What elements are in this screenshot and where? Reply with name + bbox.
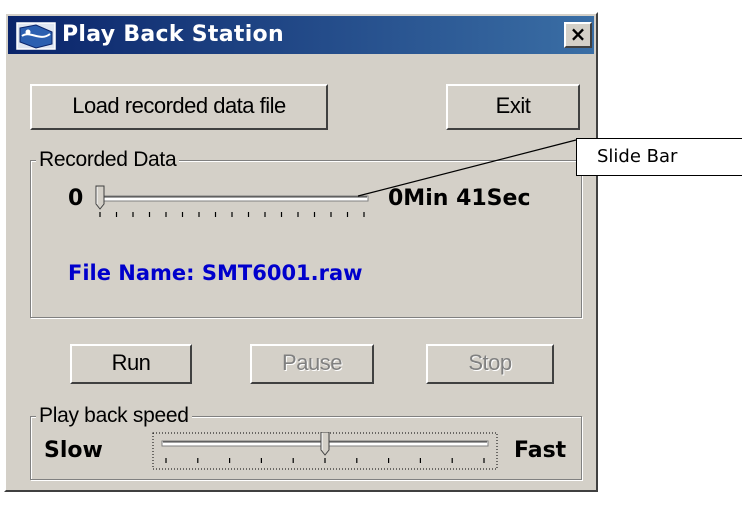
playback-speed-slider[interactable]: [152, 432, 498, 472]
recorded-data-slider[interactable]: [88, 184, 378, 234]
close-icon: ×: [569, 22, 587, 46]
app-icon: [16, 22, 56, 50]
file-name-label: File Name: SMT6001.raw: [68, 261, 363, 285]
play-back-speed-legend: Play back speed: [36, 404, 192, 428]
load-recorded-data-label: Load recorded data file: [72, 93, 286, 118]
slider-start-label: 0: [68, 186, 84, 211]
window-title: Play Back Station: [62, 22, 284, 47]
load-recorded-data-button[interactable]: Load recorded data file: [30, 84, 328, 130]
recorded-data-legend: Recorded Data: [36, 148, 180, 172]
exit-button[interactable]: Exit: [446, 84, 580, 130]
speed-slider-ticks: [165, 458, 485, 463]
slow-label: Slow: [44, 438, 103, 463]
speed-slider-thumb[interactable]: [320, 432, 330, 456]
play-back-station-window: Play Back Station × Load recorded data f…: [4, 12, 598, 492]
slider-ticks: [99, 212, 365, 217]
exit-label: Exit: [495, 93, 531, 118]
run-label: Run: [111, 350, 151, 375]
slider-thumb[interactable]: [95, 185, 105, 210]
slide-bar-callout-label: Slide Bar: [597, 146, 678, 167]
pause-button[interactable]: Pause: [250, 344, 374, 384]
fast-label: Fast: [514, 438, 567, 463]
pause-label: Pause: [282, 350, 342, 375]
stop-label: Stop: [468, 350, 512, 375]
close-button[interactable]: ×: [564, 22, 592, 48]
duration-label: 0Min 41Sec: [388, 186, 531, 211]
title-bar[interactable]: Play Back Station ×: [8, 16, 594, 54]
stop-button[interactable]: Stop: [426, 344, 554, 384]
slide-bar-callout: Slide Bar: [576, 138, 742, 176]
run-button[interactable]: Run: [70, 344, 192, 384]
